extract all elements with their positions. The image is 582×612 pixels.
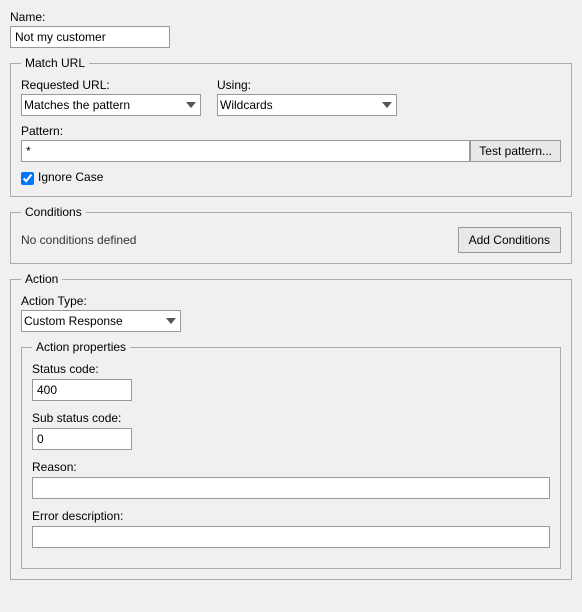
using-select[interactable]: Wildcards Exact Match Regular Expression… <box>217 94 397 116</box>
error-description-label: Error description: <box>32 509 550 523</box>
match-url-fieldset: Match URL Requested URL: Matches the pat… <box>10 56 572 197</box>
using-label: Using: <box>217 78 397 92</box>
match-url-legend: Match URL <box>21 56 89 70</box>
error-description-row: Error description: <box>32 509 550 548</box>
ignore-case-checkbox[interactable] <box>21 172 34 185</box>
sub-status-code-row: Sub status code: <box>32 411 550 450</box>
form-container: Name: Match URL Requested URL: Matches t… <box>10 10 572 580</box>
status-code-row: Status code: <box>32 362 550 401</box>
pattern-input[interactable] <box>21 140 470 162</box>
action-properties-legend: Action properties <box>32 340 130 354</box>
action-properties-fieldset: Action properties Status code: Sub statu… <box>21 340 561 569</box>
name-input[interactable] <box>10 26 170 48</box>
no-conditions-text: No conditions defined <box>21 233 136 247</box>
using-col: Using: Wildcards Exact Match Regular Exp… <box>217 78 397 116</box>
url-using-row: Requested URL: Matches the pattern Does … <box>21 78 561 116</box>
pattern-row: Test pattern... <box>21 140 561 162</box>
pattern-field-group: Pattern: Test pattern... <box>21 124 561 162</box>
requested-url-select[interactable]: Matches the pattern Does not match the p… <box>21 94 201 116</box>
name-field-group: Name: <box>10 10 572 48</box>
action-legend: Action <box>21 272 62 286</box>
reason-input[interactable] <box>32 477 550 499</box>
conditions-row: No conditions defined Add Conditions <box>21 227 561 253</box>
status-code-label: Status code: <box>32 362 550 376</box>
pattern-label: Pattern: <box>21 124 561 138</box>
reason-label: Reason: <box>32 460 550 474</box>
requested-url-label: Requested URL: <box>21 78 201 92</box>
ignore-case-label: Ignore Case <box>38 170 103 184</box>
action-type-field-group: Action Type: Custom Response Redirect Re… <box>21 294 561 332</box>
action-fieldset: Action Action Type: Custom Response Redi… <box>10 272 572 580</box>
conditions-legend: Conditions <box>21 205 86 219</box>
action-type-select[interactable]: Custom Response Redirect Rewrite None <box>21 310 181 332</box>
status-code-input[interactable] <box>32 379 132 401</box>
conditions-fieldset: Conditions No conditions defined Add Con… <box>10 205 572 264</box>
sub-status-code-label: Sub status code: <box>32 411 550 425</box>
add-conditions-button[interactable]: Add Conditions <box>458 227 561 253</box>
sub-status-code-input[interactable] <box>32 428 132 450</box>
requested-url-col: Requested URL: Matches the pattern Does … <box>21 78 201 116</box>
error-description-input[interactable] <box>32 526 550 548</box>
name-label: Name: <box>10 10 572 24</box>
test-pattern-button[interactable]: Test pattern... <box>470 140 561 162</box>
action-type-label: Action Type: <box>21 294 561 308</box>
ignore-case-row: Ignore Case <box>21 170 561 186</box>
reason-row: Reason: <box>32 460 550 499</box>
